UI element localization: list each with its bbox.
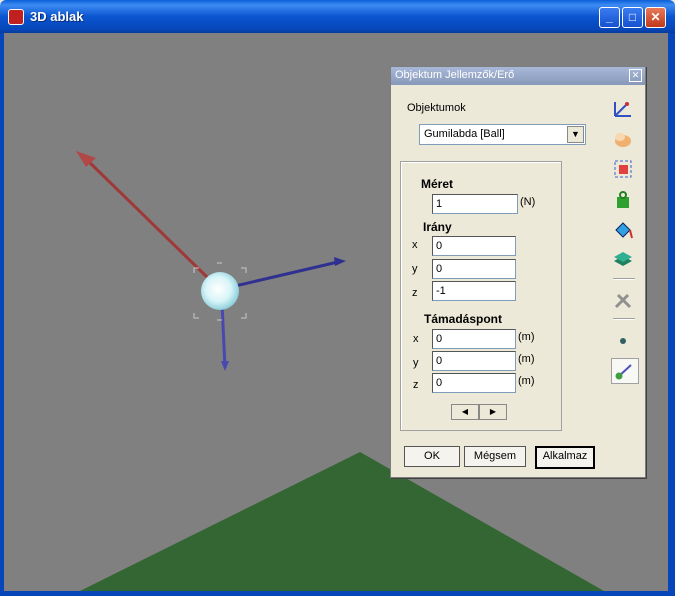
object-properties-dialog[interactable]: Objektum Jellemzők/Erő ✕ Objektumok Gumi…: [390, 66, 646, 478]
direction-y-input[interactable]: 0: [432, 259, 516, 279]
size-input[interactable]: 1: [432, 194, 518, 214]
spin-right-button[interactable]: ▶: [479, 404, 507, 420]
size-label: Méret: [421, 177, 454, 191]
force-arrow-red: [82, 155, 210, 280]
attack-z-unit: (m): [518, 375, 535, 387]
toolbar-separator: [613, 278, 635, 280]
app-icon[interactable]: [8, 9, 24, 25]
attack-x-input[interactable]: 0: [432, 329, 516, 349]
layers-tool-icon[interactable]: [611, 247, 637, 271]
attack-y-input[interactable]: 0: [432, 351, 516, 371]
direction-x-input[interactable]: 0: [432, 236, 516, 256]
direction-z-input[interactable]: -1: [432, 281, 516, 301]
size-unit: (N): [520, 196, 536, 208]
attack-z-input[interactable]: 0: [432, 373, 516, 393]
attack-point-label: Támadáspont: [424, 312, 503, 326]
ok-button[interactable]: OK: [404, 446, 460, 467]
attack-z-label: z: [413, 379, 419, 391]
force-tool-icon[interactable]: [611, 358, 639, 384]
dialog-close-icon[interactable]: ✕: [629, 69, 642, 82]
maximize-button[interactable]: □: [622, 7, 643, 28]
cancel-button[interactable]: Mégsem: [464, 446, 526, 467]
fill-tool-icon[interactable]: [611, 218, 637, 242]
minimize-button[interactable]: _: [599, 7, 620, 28]
force-arrow-blue-down-head: [221, 361, 229, 371]
dialog-title: Objektum Jellemzők/Erő: [395, 69, 515, 81]
mass-tool-icon[interactable]: [611, 187, 637, 211]
window-title: 3D ablak: [30, 9, 84, 24]
attack-x-unit: (m): [518, 331, 535, 343]
close-button[interactable]: ✕: [645, 7, 666, 28]
tools-icon[interactable]: [611, 288, 637, 312]
force-arrow-blue-right-head: [334, 257, 346, 266]
object-select-value: Gumilabda [Ball]: [424, 128, 505, 140]
chevron-down-icon[interactable]: ▼: [567, 126, 584, 143]
force-arrow-blue-down: [220, 302, 227, 369]
spin-left-button[interactable]: ◀: [451, 404, 479, 420]
ball-object: [201, 272, 239, 310]
dialog-title-bar[interactable]: Objektum Jellemzők/Erő ✕: [391, 67, 645, 85]
attack-y-unit: (m): [518, 353, 535, 365]
toolbar-separator: [613, 318, 635, 320]
object-select[interactable]: Gumilabda [Ball] ▼: [419, 124, 586, 145]
direction-label: Irány: [423, 220, 452, 234]
fire-tool-icon[interactable]: [611, 127, 637, 151]
apply-button[interactable]: Alkalmaz: [535, 446, 595, 469]
attack-y-label: y: [413, 357, 419, 369]
spin-buttons: ◀ ▶: [451, 404, 507, 420]
objects-label: Objektumok: [407, 102, 466, 114]
point-tool-icon[interactable]: [611, 329, 637, 353]
direction-y-label: y: [412, 263, 418, 275]
axes-tool-icon[interactable]: [611, 96, 637, 120]
attack-x-label: x: [413, 333, 419, 345]
window-title-bar[interactable]: 3D ablak _ □ ✕: [0, 0, 675, 33]
direction-x-label: x: [412, 239, 418, 251]
scale-tool-icon[interactable]: [611, 157, 637, 181]
direction-z-label: z: [412, 287, 418, 299]
